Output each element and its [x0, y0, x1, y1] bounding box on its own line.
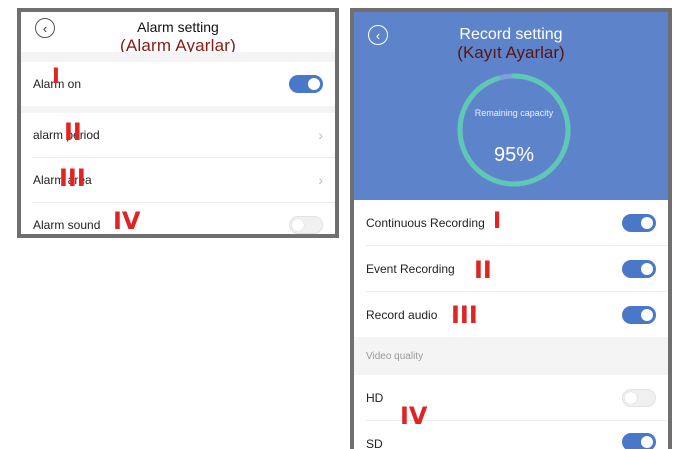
continuous-recording-row[interactable]: Continuous Recording	[354, 200, 668, 245]
sd-label: SD	[366, 436, 383, 449]
event-recording-label: Event Recording	[366, 261, 455, 276]
continuous-recording-label: Continuous Recording	[366, 215, 485, 230]
alarm-setting-panel: ‹ Alarm setting (Alarm Ayarlar) Alarm on…	[17, 8, 339, 238]
record-header: ‹ Record setting (Kayıt Ayarlar) Remaini…	[354, 12, 668, 200]
alarm-sound-row[interactable]: Alarm sound	[21, 203, 335, 234]
hd-toggle[interactable]	[622, 389, 656, 407]
remaining-capacity-value: 95%	[493, 144, 535, 166]
remaining-capacity-label: Remaining capacity	[474, 108, 554, 118]
marker-ii: II	[474, 256, 492, 284]
marker-iv: IV	[113, 207, 141, 235]
chevron-right-icon: ›	[318, 127, 323, 143]
event-recording-row[interactable]: Event Recording	[354, 246, 668, 291]
marker-iii: III	[59, 164, 86, 192]
page-title-translation: (Kayıt Ayarlar)	[457, 43, 565, 62]
capacity-arc	[457, 73, 571, 187]
hd-label: HD	[366, 390, 384, 405]
alarm-sound-toggle[interactable]	[289, 216, 323, 234]
record-audio-toggle[interactable]	[622, 306, 656, 324]
continuous-recording-toggle[interactable]	[622, 214, 656, 232]
page-title: Record setting	[459, 26, 563, 43]
marker-i: I	[52, 64, 60, 88]
record-audio-row[interactable]: Record audio	[354, 292, 668, 337]
video-quality-label: Video quality	[366, 350, 424, 362]
record-setting-panel: ‹ Record setting (Kayıt Ayarlar) Remaini…	[350, 8, 672, 449]
video-quality-section-header: Video quality	[354, 337, 668, 375]
section-separator	[21, 52, 335, 62]
marker-ii: II	[64, 118, 82, 146]
page-title: Alarm setting	[137, 19, 219, 35]
event-recording-toggle[interactable]	[622, 260, 656, 278]
sd-toggle[interactable]	[622, 433, 656, 449]
marker-i: I	[493, 209, 502, 234]
marker-iv: IV	[400, 402, 428, 430]
marker-iii: III	[451, 301, 478, 329]
alarm-on-row[interactable]: Alarm on	[21, 62, 335, 106]
chevron-right-icon: ›	[318, 172, 323, 188]
alarm-sound-label: Alarm sound	[33, 218, 101, 232]
capacity-ring	[457, 73, 571, 187]
record-audio-label: Record audio	[366, 307, 438, 322]
alarm-on-toggle[interactable]	[289, 75, 323, 93]
